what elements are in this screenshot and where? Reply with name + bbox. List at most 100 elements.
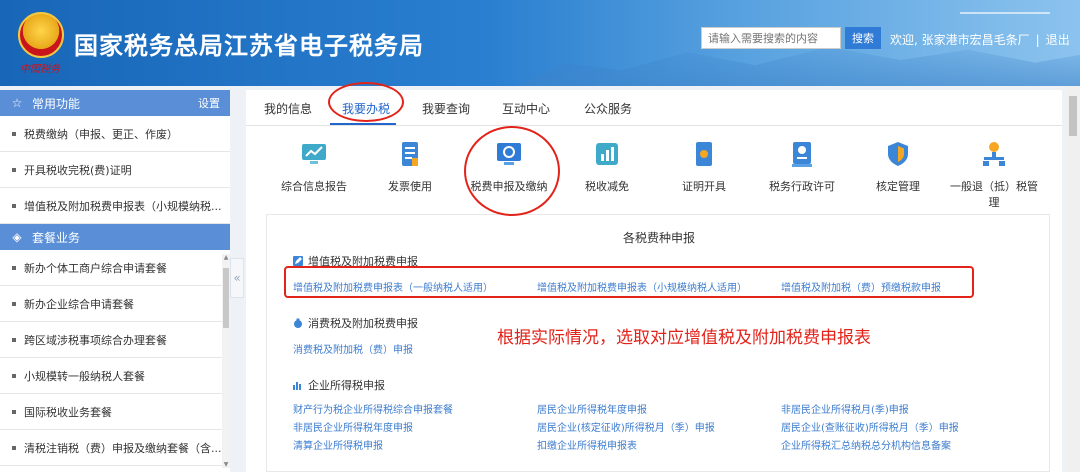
highlight-ring-service (464, 126, 560, 216)
sidebar-item-label: 新办企业综合申请套餐 (24, 297, 134, 311)
service-label: 综合信息报告 (281, 180, 347, 193)
star-icon: ☆ (11, 96, 23, 110)
link-cit-item[interactable]: 居民企业(查账征收)所得税月（季）申报 (781, 419, 959, 434)
tab-my-info[interactable]: 我的信息 (264, 100, 312, 117)
service-label: 证明开具 (682, 180, 726, 193)
sidebar-item-label: 开具税收完税(费)证明 (24, 163, 132, 177)
highlight-ring-tab (328, 82, 404, 122)
welcome-bar: 欢迎, 张家港市宏昌毛条厂 | 退出 (890, 31, 1070, 48)
invoice-icon (396, 140, 424, 168)
edit-icon (293, 256, 303, 266)
sidebar-item-package[interactable]: 新办个体工商户综合申请套餐 (0, 250, 230, 286)
service-invoice[interactable]: 发票使用 (365, 140, 455, 194)
service-certificate[interactable]: 证明开具 (659, 140, 749, 194)
link-cit-item[interactable]: 财产行为税企业所得税综合申报套餐 (293, 401, 453, 416)
sidebar-scrollbar[interactable]: ▲ ▼ (222, 254, 230, 468)
sidebar-item-label: 小规模转一般纳税人套餐 (24, 369, 145, 383)
bullet-icon (12, 409, 16, 414)
bullet-icon (12, 203, 16, 208)
bullet-icon (12, 373, 16, 378)
sidebar-item-label: 新办个体工商户综合申请套餐 (24, 261, 167, 275)
tab-interaction[interactable]: 互动中心 (502, 100, 550, 117)
highlight-box-vat-links (284, 266, 974, 298)
service-label: 税收减免 (585, 180, 629, 193)
tax-type-declare-section: 各税费种申报 增值税及附加税费申报 增值税及附加税费申报表（一般纳税人适用） 增… (266, 214, 1050, 472)
layers-icon: ◈ (12, 230, 22, 244)
sidebar-package-title: 套餐业务 (32, 230, 81, 245)
search-input[interactable] (701, 27, 841, 49)
bullet-icon (12, 167, 16, 172)
page-scroll-thumb[interactable] (1069, 96, 1077, 136)
license-badge-icon (788, 140, 816, 168)
category-label: 消费税及附加税费申报 (308, 317, 418, 330)
service-label: 一般退（抵）税管理 (950, 180, 1038, 209)
welcome-text: 欢迎, 张家港市宏昌毛条厂 (890, 33, 1030, 47)
service-label: 税务行政许可 (769, 180, 835, 193)
emblem-caption: 中国税务 (20, 64, 60, 75)
active-tab-indicator (330, 123, 396, 125)
link-cit-item[interactable]: 清算企业所得税申报 (293, 437, 383, 452)
scroll-up-icon[interactable]: ▲ (222, 254, 230, 261)
service-verification[interactable]: 核定管理 (853, 140, 943, 194)
org-refund-icon (980, 140, 1008, 168)
service-label: 发票使用 (388, 180, 432, 193)
bar-chart-icon (293, 380, 303, 390)
sidebar-item-label: 跨区域涉税事项综合办理套餐 (24, 333, 167, 347)
service-icon-row: 综合信息报告 发票使用 税费申报及缴纳 税收减免 证明开具 税务行政许可 核定管… (246, 126, 1062, 210)
bar-chart-icon (593, 140, 621, 168)
link-cit-item[interactable]: 非居民企业所得税年度申报 (293, 419, 413, 434)
site-header: 中国税务 国家税务总局江苏省电子税务局 搜索 欢迎, 张家港市宏昌毛条厂 | 退出 (0, 0, 1080, 86)
sidebar-setting-link[interactable]: 设置 (198, 95, 220, 111)
sidebar-header-common: ☆ 常用功能 设置 (0, 90, 230, 116)
money-bag-icon (293, 318, 303, 328)
sidebar-item-package[interactable]: 清税注销税（费）申报及缴纳套餐（含... (0, 430, 230, 466)
page-scrollbar[interactable] (1066, 86, 1080, 472)
sidebar-item-label: 税费缴纳（申报、更正、作废） (24, 127, 178, 141)
bullet-icon (12, 265, 16, 270)
sidebar-item-tax-payment[interactable]: 税费缴纳（申报、更正、作废） (0, 116, 230, 152)
bullet-icon (12, 445, 16, 450)
scroll-down-icon[interactable]: ▼ (222, 461, 230, 468)
category-label: 企业所得税申报 (308, 379, 385, 392)
link-consumption-tax[interactable]: 消费税及附加税（费）申报 (293, 341, 413, 356)
sidebar-item-label: 增值税及附加税费申报表（小规模纳税... (24, 199, 222, 213)
tax-emblem-icon (18, 12, 64, 58)
link-cit-item[interactable]: 企业所得税汇总纳税总分机构信息备案 (781, 437, 951, 452)
sidebar-item-package[interactable]: 国际税收业务套餐 (0, 394, 230, 430)
service-tax-refund[interactable]: 一般退（抵）税管理 (949, 140, 1039, 210)
service-tax-reduction[interactable]: 税收减免 (562, 140, 652, 194)
bullet-icon (12, 131, 16, 136)
link-cit-item[interactable]: 居民企业所得税年度申报 (537, 401, 647, 416)
sidebar-item-package[interactable]: 新办企业综合申请套餐 (0, 286, 230, 322)
search-button[interactable]: 搜索 (845, 27, 881, 49)
category-corporate-income: 企业所得税申报 (293, 377, 385, 393)
header-greatwall-decoration (960, 12, 1050, 26)
sidebar-item-vat-small-scale[interactable]: 增值税及附加税费申报表（小规模纳税... (0, 188, 230, 224)
logout-link[interactable]: 退出 (1046, 33, 1070, 47)
shield-icon (884, 140, 912, 168)
sidebar-common-title: 常用功能 (32, 96, 81, 111)
tab-query[interactable]: 我要查询 (422, 100, 470, 117)
link-cit-item[interactable]: 居民企业(核定征收)所得税月（季）申报 (537, 419, 715, 434)
sidebar-item-package[interactable]: 小规模转一般纳税人套餐 (0, 358, 230, 394)
link-cit-item[interactable]: 扣缴企业所得税申报表 (537, 437, 637, 452)
chart-monitor-icon (300, 140, 328, 168)
sidebar-item-package[interactable]: 跨区域涉税事项综合办理套餐 (0, 322, 230, 358)
bullet-icon (12, 337, 16, 342)
category-consumption: 消费税及附加税费申报 (293, 315, 418, 331)
certificate-icon (690, 140, 718, 168)
sidebar-item-label: 国际税收业务套餐 (24, 405, 112, 419)
service-label: 核定管理 (876, 180, 920, 193)
tab-public-service[interactable]: 公众服务 (584, 100, 632, 117)
sidebar-item-label: 清税注销税（费）申报及缴纳套餐（含... (24, 441, 222, 455)
sidebar: ☆ 常用功能 设置 税费缴纳（申报、更正、作废） 开具税收完税(费)证明 增值税… (0, 90, 230, 472)
sidebar-item-tax-certificate[interactable]: 开具税收完税(费)证明 (0, 152, 230, 188)
sidebar-collapse-button[interactable]: « (230, 258, 244, 298)
service-info-report[interactable]: 综合信息报告 (269, 140, 359, 194)
welcome-separator: | (1035, 33, 1040, 47)
site-title: 国家税务总局江苏省电子税务局 (74, 32, 424, 60)
sidebar-scroll-thumb[interactable] (223, 268, 229, 328)
bullet-icon (12, 301, 16, 306)
service-admin-license[interactable]: 税务行政许可 (757, 140, 847, 194)
link-cit-item[interactable]: 非居民企业所得税月(季)申报 (781, 401, 909, 416)
